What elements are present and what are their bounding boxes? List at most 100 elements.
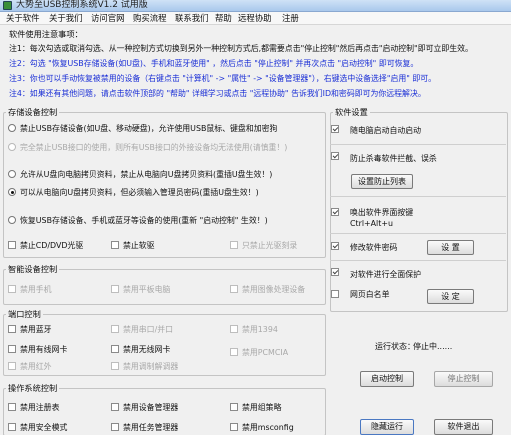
checkbox-icon[interactable]: [111, 362, 119, 370]
checkbox-checked-icon[interactable]: [331, 268, 339, 276]
checkbox-icon[interactable]: [111, 403, 119, 411]
antivirus-checkbox[interactable]: [331, 152, 343, 162]
title-bar[interactable]: 大势至USB控制系统V1.2 试用版: [0, 0, 511, 12]
menu-purchase[interactable]: 购买流程: [132, 12, 168, 25]
checkbox-icon[interactable]: [8, 241, 16, 249]
disable-imaging-checkbox[interactable]: 禁用图像处理设备: [230, 285, 305, 295]
autostart-label: 随电脑启动自动启动: [350, 126, 422, 135]
checkbox-icon[interactable]: [331, 290, 339, 298]
checkbox-icon[interactable]: [230, 348, 238, 356]
menu-visit-site[interactable]: 访问官网: [90, 12, 126, 25]
disable-bluetooth-checkbox[interactable]: 禁用蓝牙: [8, 325, 52, 335]
disable-wired-nic-checkbox[interactable]: 禁用有线网卡: [8, 345, 67, 355]
checkbox-icon[interactable]: [230, 241, 238, 249]
settings-divider: [330, 233, 506, 234]
storage-option-3[interactable]: 允许从U盘向电脑拷贝资料，禁止从电脑向U盘拷贝资料(重插U盘生效！): [8, 170, 272, 180]
checkbox-icon[interactable]: [8, 325, 16, 333]
storage-control-label: 存储设备控制: [6, 106, 60, 118]
disable-phone-checkbox[interactable]: 禁用手机: [8, 285, 52, 295]
disable-pcmcia-label: 禁用PCMCIA: [242, 348, 289, 357]
checkbox-checked-icon[interactable]: [331, 125, 339, 133]
full-protect-checkbox[interactable]: [331, 268, 343, 278]
software-settings-label: 软件设置: [333, 106, 370, 118]
set-whitelist-button[interactable]: 设置防止列表: [351, 174, 413, 189]
disable-tablet-label: 禁用平板电脑: [123, 285, 171, 294]
menu-contact[interactable]: 联系我们: [174, 12, 210, 25]
checkbox-icon[interactable]: [230, 423, 238, 431]
web-whitelist-button[interactable]: 设 定: [427, 289, 474, 304]
main-window: 大势至USB控制系统V1.2 试用版 关于软件 关于我们 访问官网 购买流程 联…: [0, 0, 511, 435]
checkbox-icon[interactable]: [8, 403, 16, 411]
checkbox-checked-icon[interactable]: [331, 208, 339, 216]
password-checkbox[interactable]: [331, 242, 343, 252]
disable-safe-mode-checkbox[interactable]: 禁用安全模式: [8, 423, 67, 433]
checkbox-icon[interactable]: [8, 345, 16, 353]
checkbox-checked-icon[interactable]: [331, 152, 339, 160]
storage-option-1[interactable]: 禁止USB存储设备(如U盘、移动硬盘)，允许使用USB鼠标、键盘和加密狗: [8, 124, 277, 134]
checkbox-icon[interactable]: [8, 362, 16, 370]
password-settings-button[interactable]: 设 置: [427, 240, 474, 255]
note-1: 注1：每次勾选或取消勾选、从一种控制方式切换到另外一种控制方式后,都需要点击"停…: [9, 43, 473, 54]
menu-about-software[interactable]: 关于软件: [5, 12, 41, 25]
hide-run-button[interactable]: 隐藏运行: [360, 419, 414, 435]
web-whitelist-label: 网页白名单: [350, 290, 390, 299]
menu-register[interactable]: 注册: [281, 12, 300, 25]
menu-remote-assist[interactable]: 远程协助: [237, 12, 273, 25]
web-whitelist-checkbox[interactable]: [331, 290, 343, 300]
checkbox-icon[interactable]: [230, 285, 238, 293]
disable-infrared-checkbox[interactable]: 禁用红外: [8, 362, 52, 372]
disable-pcmcia-checkbox[interactable]: 禁用PCMCIA: [230, 348, 288, 358]
port-control-label: 端口控制: [6, 308, 43, 320]
disable-device-manager-checkbox[interactable]: 禁用设备管理器: [111, 403, 178, 413]
checkbox-checked-icon[interactable]: [331, 242, 339, 250]
storage-option-5[interactable]: 恢复USB存储设备、手机或蓝牙等设备的使用(重新 "启动控制" 生效！): [8, 216, 268, 226]
checkbox-icon[interactable]: [111, 423, 119, 431]
storage-option-5-label: 恢复USB存储设备、手机或蓝牙等设备的使用(重新 "启动控制" 生效！): [20, 216, 268, 225]
storage-option-1-label: 禁止USB存储设备(如U盘、移动硬盘)，允许使用USB鼠标、键盘和加密狗: [20, 124, 278, 133]
disable-serial-checkbox[interactable]: 禁用串口/并口: [111, 325, 173, 335]
radio-icon[interactable]: [8, 170, 16, 178]
radio-icon[interactable]: [8, 143, 16, 151]
checkbox-icon[interactable]: [8, 285, 16, 293]
disable-wireless-nic-checkbox[interactable]: 禁用无线网卡: [111, 345, 170, 355]
settings-divider: [330, 144, 506, 145]
checkbox-icon[interactable]: [111, 325, 119, 333]
menu-about-us[interactable]: 关于我们: [48, 12, 84, 25]
exit-software-button[interactable]: 软件退出: [434, 419, 493, 435]
settings-divider: [330, 260, 506, 261]
radio-icon[interactable]: [8, 124, 16, 132]
disable-modem-checkbox[interactable]: 禁用调制解调器: [111, 362, 178, 372]
disable-1394-checkbox[interactable]: 禁用1394: [230, 325, 278, 335]
checkbox-icon[interactable]: [111, 285, 119, 293]
disable-tablet-checkbox[interactable]: 禁用平板电脑: [111, 285, 170, 295]
stop-control-button[interactable]: 停止控制: [434, 371, 493, 387]
autostart-checkbox[interactable]: [331, 125, 343, 135]
disable-registry-checkbox[interactable]: 禁用注册表: [8, 403, 59, 413]
checkbox-icon[interactable]: [230, 403, 238, 411]
radio-selected-icon[interactable]: [8, 188, 16, 196]
storage-option-4[interactable]: 可以从电脑向U盘拷贝资料，但必须输入管理员密码(重插U盘生效！): [8, 188, 259, 198]
disable-cd-dvd-checkbox[interactable]: 禁止CD/DVD光驱: [8, 241, 83, 251]
disable-wireless-nic-label: 禁用无线网卡: [123, 345, 171, 354]
disable-group-policy-checkbox[interactable]: 禁用组策略: [230, 403, 281, 413]
disable-msconfig-label: 禁用msconfig: [242, 423, 294, 432]
hotkey-checkbox[interactable]: [331, 208, 343, 218]
settings-divider: [330, 196, 506, 197]
disable-group-policy-label: 禁用组策略: [242, 403, 282, 412]
checkbox-icon[interactable]: [111, 345, 119, 353]
disable-serial-label: 禁用串口/并口: [123, 325, 174, 334]
start-control-button[interactable]: 启动控制: [360, 371, 414, 387]
disable-1394-label: 禁用1394: [242, 325, 278, 334]
radio-icon[interactable]: [8, 216, 16, 224]
disable-bluetooth-label: 禁用蓝牙: [20, 325, 52, 334]
menu-help[interactable]: 帮助: [214, 12, 233, 25]
checkbox-icon[interactable]: [8, 423, 16, 431]
checkbox-icon[interactable]: [111, 241, 119, 249]
disable-task-manager-checkbox[interactable]: 禁用任务管理器: [111, 423, 178, 433]
disable-msconfig-checkbox[interactable]: 禁用msconfig: [230, 423, 294, 433]
storage-option-2[interactable]: 完全禁止USB接口的使用，则所有USB接口的外接设备均无法使用(请慎重！): [8, 143, 287, 153]
disable-floppy-checkbox[interactable]: 禁止软驱: [111, 241, 155, 251]
disable-registry-label: 禁用注册表: [20, 403, 60, 412]
disable-burning-checkbox[interactable]: 只禁止光驱刻录: [230, 241, 297, 251]
checkbox-icon[interactable]: [230, 325, 238, 333]
